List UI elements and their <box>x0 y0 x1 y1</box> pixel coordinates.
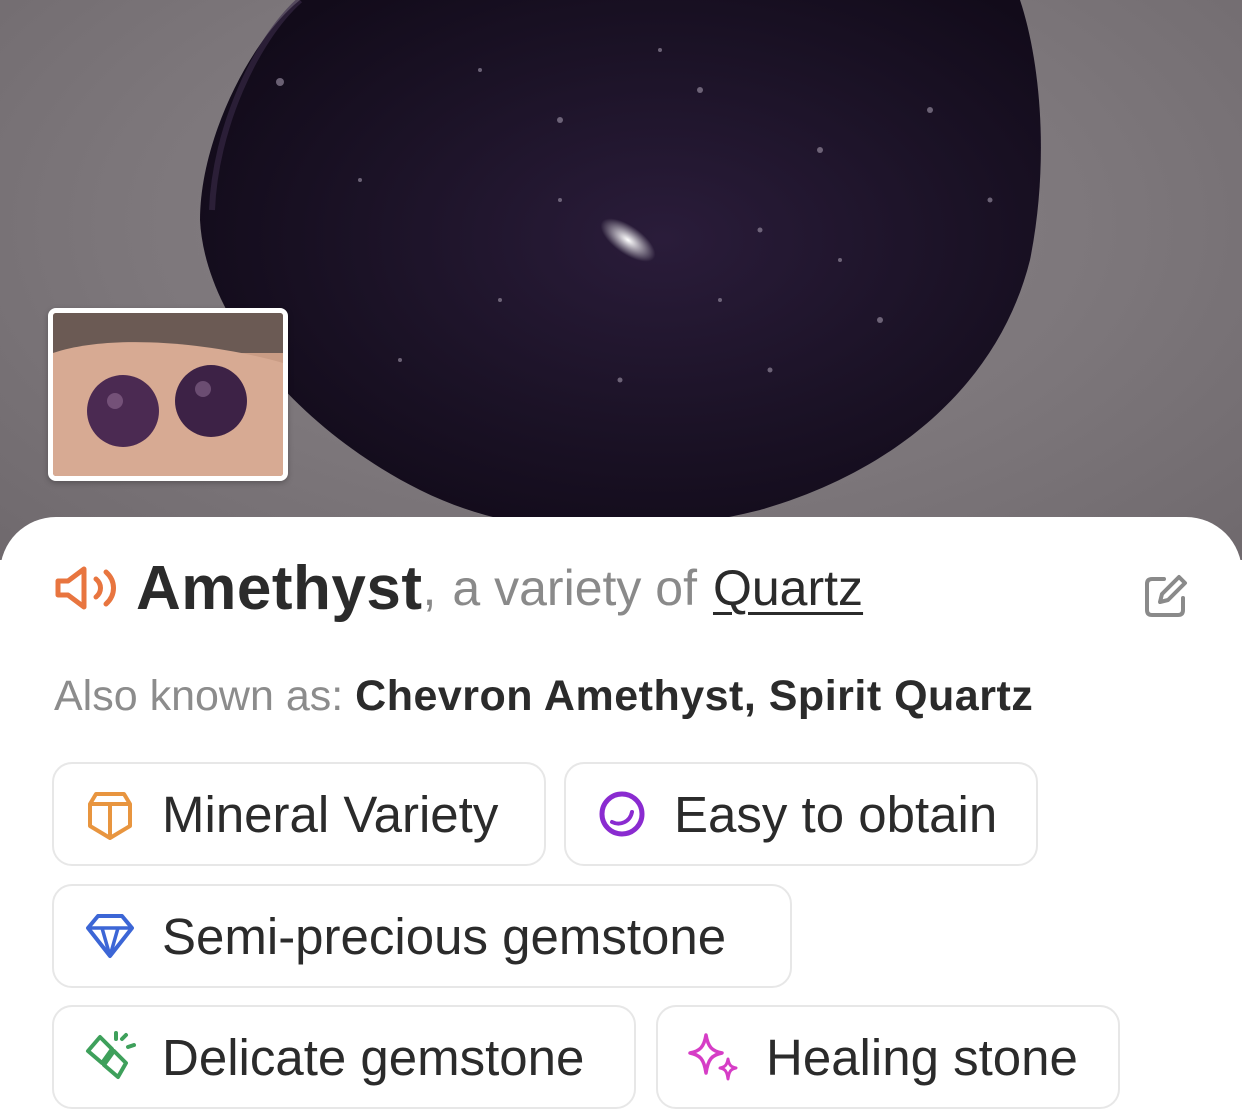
tag-delicate-gemstone[interactable]: Delicate gemstone <box>52 1005 636 1109</box>
tag-label: Mineral Variety <box>162 785 499 843</box>
crystal-icon <box>88 792 132 840</box>
aka-label: Also known as: <box>54 672 344 720</box>
also-known-as: Also known as: Chevron Amethyst, Spirit … <box>54 672 1033 721</box>
tag-easy-to-obtain[interactable]: Easy to obtain <box>564 762 1038 866</box>
specimen-name: Amethyst <box>136 553 423 623</box>
diamond-icon <box>86 914 134 958</box>
edit-button[interactable] <box>1138 570 1192 624</box>
tag-label: Easy to obtain <box>674 785 998 843</box>
beads-photo <box>53 313 283 476</box>
broken-gem-icon <box>86 1031 136 1079</box>
variety-prefix: a variety of <box>452 560 697 616</box>
thumbnail-image[interactable] <box>48 308 288 481</box>
title-separator: , <box>422 560 437 616</box>
tag-semi-precious[interactable]: Semi-precious gemstone <box>52 884 792 988</box>
tag-healing-stone[interactable]: Healing stone <box>656 1005 1120 1109</box>
tag-mineral-variety[interactable]: Mineral Variety <box>52 762 546 866</box>
speaker-icon[interactable] <box>54 563 120 613</box>
tag-label: Delicate gemstone <box>162 1028 585 1086</box>
circle-icon <box>599 791 645 837</box>
tag-label: Semi-precious gemstone <box>162 907 727 965</box>
parent-mineral-link[interactable]: Quartz <box>713 559 863 617</box>
aka-value: Chevron Amethyst, Spirit Quartz <box>355 672 1034 720</box>
tag-label: Healing stone <box>766 1028 1078 1086</box>
sparkle-icon <box>688 1033 738 1081</box>
specimen-photo <box>0 0 1242 560</box>
edit-icon <box>1145 575 1187 617</box>
title-row: Amethyst , a variety of Quartz <box>54 548 863 628</box>
